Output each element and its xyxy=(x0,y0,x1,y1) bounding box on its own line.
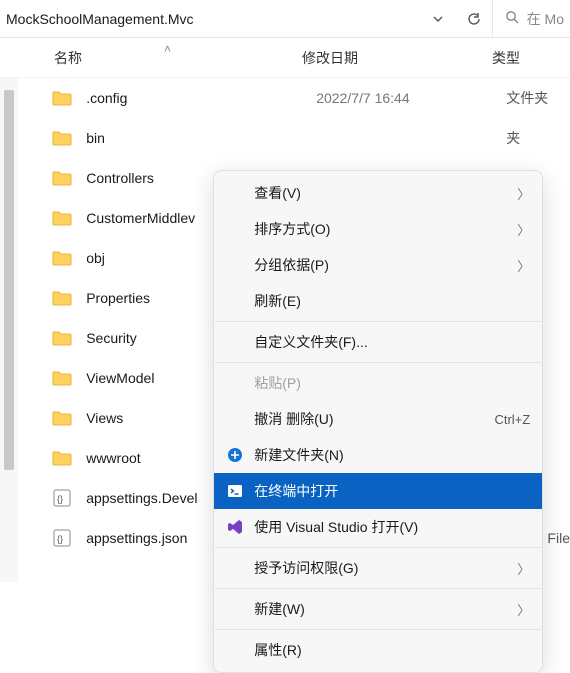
menu-item[interactable]: 使用 Visual Studio 打开(V) xyxy=(214,509,542,545)
submenu-arrow-icon: 〉 xyxy=(509,184,530,203)
file-row[interactable]: bin 夹 xyxy=(18,118,570,158)
folder-icon xyxy=(52,248,72,268)
file-date: 2022/7/7 16:44 xyxy=(316,90,506,106)
file-type: 夹 xyxy=(506,128,570,148)
history-dropdown-button[interactable] xyxy=(420,2,456,36)
column-name-label: 名称 xyxy=(54,50,82,66)
file-name: .config xyxy=(86,90,316,106)
menu-item[interactable]: 授予访问权限(G)〉 xyxy=(214,550,542,586)
menu-separator xyxy=(215,362,541,363)
submenu-arrow-icon: 〉 xyxy=(509,256,530,275)
column-type[interactable]: 类型 xyxy=(492,48,570,68)
menu-item-label: 自定义文件夹(F)... xyxy=(254,332,530,352)
menu-item-label: 粘贴(P) xyxy=(254,373,530,393)
folder-icon xyxy=(52,288,72,308)
menu-item[interactable]: 新建(W)〉 xyxy=(214,591,542,627)
submenu-arrow-icon: 〉 xyxy=(509,600,530,619)
search-placeholder: 在 Mo xyxy=(527,9,564,29)
folder-icon xyxy=(52,208,72,228)
folder-icon xyxy=(52,168,72,188)
json-file-icon: {} xyxy=(52,488,72,508)
menu-item-label: 新建文件夹(N) xyxy=(254,445,530,465)
column-name[interactable]: 名称 ˄ xyxy=(54,48,302,68)
menu-item-label: 分组依据(P) xyxy=(254,255,509,275)
menu-item[interactable]: 属性(R) xyxy=(214,632,542,668)
menu-item-shortcut: Ctrl+Z xyxy=(494,412,530,427)
menu-item[interactable]: 自定义文件夹(F)... xyxy=(214,324,542,360)
refresh-button[interactable] xyxy=(456,2,492,36)
submenu-arrow-icon: 〉 xyxy=(509,559,530,578)
menu-item-label: 刷新(E) xyxy=(254,291,530,311)
file-list: .config2022/7/7 16:44文件夹bin夹Controllers夹… xyxy=(18,78,570,582)
menu-item: 粘贴(P) xyxy=(214,365,542,401)
path-text[interactable]: MockSchoolManagement.Mvc xyxy=(0,11,420,27)
menu-item-label: 在终端中打开 xyxy=(254,481,530,501)
menu-item-label: 授予访问权限(G) xyxy=(254,558,509,578)
menu-item-label: 使用 Visual Studio 打开(V) xyxy=(254,517,530,537)
folder-icon xyxy=(52,128,72,148)
column-headers: 名称 ˄ 修改日期 类型 xyxy=(0,38,570,78)
submenu-arrow-icon: 〉 xyxy=(509,220,530,239)
menu-item-label: 属性(R) xyxy=(254,640,530,660)
menu-item-icon xyxy=(224,519,246,535)
menu-item[interactable]: 分组依据(P)〉 xyxy=(214,247,542,283)
menu-item-icon xyxy=(224,483,246,499)
menu-item-label: 查看(V) xyxy=(254,183,509,203)
menu-item[interactable]: 撤消 删除(U)Ctrl+Z xyxy=(214,401,542,437)
menu-separator xyxy=(215,321,541,322)
file-row[interactable]: .config2022/7/7 16:44文件夹 xyxy=(18,78,570,118)
menu-separator xyxy=(215,629,541,630)
svg-text:{}: {} xyxy=(57,534,63,544)
menu-separator xyxy=(215,547,541,548)
context-menu: 查看(V)〉排序方式(O)〉分组依据(P)〉刷新(E)自定义文件夹(F)...粘… xyxy=(213,170,543,673)
folder-icon xyxy=(52,448,72,468)
address-bar: MockSchoolManagement.Mvc 在 Mo xyxy=(0,0,570,38)
vertical-scrollbar[interactable] xyxy=(0,78,18,582)
sort-indicator-icon: ˄ xyxy=(164,42,171,56)
folder-icon xyxy=(52,88,72,108)
json-file-icon: {} xyxy=(52,528,72,548)
menu-item-label: 排序方式(O) xyxy=(254,219,509,239)
file-type: 文件夹 xyxy=(506,88,570,108)
svg-text:{}: {} xyxy=(57,494,63,504)
refresh-icon xyxy=(467,12,481,26)
file-name: bin xyxy=(86,130,316,146)
chevron-down-icon xyxy=(432,13,444,25)
column-date[interactable]: 修改日期 xyxy=(302,48,492,68)
menu-separator xyxy=(215,588,541,589)
menu-item[interactable]: 在终端中打开 xyxy=(214,473,542,509)
search-box[interactable]: 在 Mo xyxy=(492,0,564,37)
menu-item[interactable]: 刷新(E) xyxy=(214,283,542,319)
folder-icon xyxy=(52,328,72,348)
menu-item[interactable]: 查看(V)〉 xyxy=(214,175,542,211)
menu-item-label: 新建(W) xyxy=(254,599,509,619)
scrollbar-thumb[interactable] xyxy=(4,90,14,470)
menu-item[interactable]: 新建文件夹(N) xyxy=(214,437,542,473)
menu-item[interactable]: 排序方式(O)〉 xyxy=(214,211,542,247)
folder-icon xyxy=(52,408,72,428)
folder-icon xyxy=(52,368,72,388)
menu-item-icon xyxy=(224,447,246,463)
search-icon xyxy=(505,10,519,27)
menu-item-label: 撤消 删除(U) xyxy=(254,409,494,429)
